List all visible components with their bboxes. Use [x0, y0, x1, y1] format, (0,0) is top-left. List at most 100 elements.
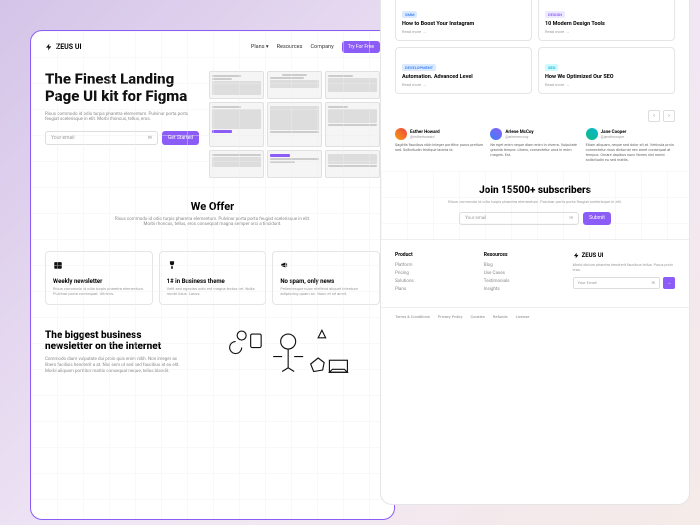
- read-more-link[interactable]: Read more →: [545, 82, 668, 87]
- footer-product-column: Product Platform Pricing Solutions Plans: [395, 252, 474, 295]
- article-card[interactable]: SMM How to Boost Your Instagram Read mor…: [395, 0, 532, 41]
- footer-logo[interactable]: ZEUS UI: [573, 252, 675, 259]
- testimonial-handle: @estherhoward: [410, 135, 440, 139]
- testimonial-name: Jane Cooper: [601, 130, 627, 135]
- footer-link[interactable]: Plans: [395, 287, 474, 292]
- testimonial-text: Etiam aliquam, neque sed dolor sit at. V…: [586, 143, 675, 163]
- nav-plans[interactable]: Plans ▾: [251, 44, 269, 50]
- legal-links: Terms & Conditions Privacy Policy Cookie…: [381, 307, 689, 325]
- testimonial-name: Arlene McCoy: [505, 130, 533, 135]
- right-page-panel: SMM How to Boost Your Instagram Read mor…: [380, 0, 690, 505]
- calendar-icon: [53, 260, 63, 270]
- footer-resources-column: Resources Blog Use Cases Testimonials In…: [484, 252, 563, 295]
- nav-resources[interactable]: Resources: [277, 44, 303, 50]
- prev-arrow-button[interactable]: ‹: [648, 110, 660, 122]
- legal-link[interactable]: Privacy Policy: [438, 314, 463, 319]
- article-tag: SEO: [545, 64, 558, 71]
- article-card[interactable]: DESIGN 10 Modern Design Tools Read more …: [538, 0, 675, 41]
- business-illustration: [196, 319, 380, 394]
- nav-company[interactable]: Company: [310, 44, 333, 50]
- legal-link[interactable]: Terms & Conditions: [395, 314, 430, 319]
- footer-description: Morbi dictum pharetra hendrerit faucibus…: [573, 262, 675, 272]
- subscribe-email-input[interactable]: Your email✉: [459, 212, 579, 225]
- read-more-link[interactable]: Read more →: [545, 29, 668, 34]
- subscribe-title: Join 15500+ subscribers: [395, 185, 675, 196]
- footer-link[interactable]: Use Cases: [484, 271, 563, 276]
- offer-grid: Weekly newsletter Risus commodo id odio …: [45, 251, 380, 305]
- envelope-icon: ✉: [148, 135, 152, 141]
- article-title: How We Optimized Our SEO: [545, 74, 668, 80]
- legal-link[interactable]: License: [516, 314, 530, 319]
- article-tag: DESIGN: [545, 11, 565, 18]
- offer-card: No spam, only news Pellentesque nunc ele…: [272, 251, 380, 305]
- footer-link[interactable]: Solutions: [395, 279, 474, 284]
- we-offer-section: We Offer Risus commodo id odio turpis ph…: [31, 186, 394, 251]
- read-more-link[interactable]: Read more →: [402, 29, 525, 34]
- testimonial-card: Jane Cooper@janethcooper Etiam aliquam, …: [586, 128, 675, 163]
- subscribe-description: Risus commodo id odio turpis pharetra el…: [395, 199, 675, 204]
- offer-card-desc: Risus commodo id odio turpis pharetra el…: [53, 287, 145, 297]
- envelope-icon: ✉: [652, 280, 655, 286]
- hero-description: Risus commodo id odio turpis pharetra el…: [45, 112, 199, 124]
- offer-card-title: Weekly newsletter: [53, 278, 145, 285]
- article-card[interactable]: SEO How We Optimized Our SEO Read more →: [538, 47, 675, 94]
- try-free-button[interactable]: Try For Free: [342, 41, 380, 53]
- footer-link[interactable]: Blog: [484, 263, 563, 268]
- article-title: 10 Modern Design Tools: [545, 21, 668, 27]
- footer-link[interactable]: Platform: [395, 263, 474, 268]
- testimonial-card: Arlene McCoy@arlenemccoy Ne eget enim ne…: [490, 128, 579, 163]
- testimonial-name: Esther Howard: [410, 130, 440, 135]
- read-more-link[interactable]: Read more →: [402, 82, 525, 87]
- business-description: Commodo diam vulputate dui proin quis en…: [45, 357, 186, 375]
- article-tag: SMM: [402, 11, 417, 18]
- offer-card-title: No spam, only news: [280, 278, 372, 285]
- testimonial-text: Ne eget enim neque diam enim in viverra.…: [490, 143, 579, 158]
- avatar: [395, 128, 407, 140]
- footer-submit-button[interactable]: →: [663, 277, 675, 289]
- testimonials-section: ‹ › Esther Howard@estherhoward Sagittis …: [381, 102, 689, 171]
- article-title: Automation. Advanced Level: [402, 74, 525, 80]
- offer-card-desc: Velit sed egestas odio est magna lectus …: [167, 287, 259, 297]
- legal-link[interactable]: Cookies: [471, 314, 485, 319]
- next-arrow-button[interactable]: ›: [663, 110, 675, 122]
- avatar: [586, 128, 598, 140]
- offer-title: We Offer: [45, 200, 380, 213]
- nav-links: Plans ▾ Resources Company Try For Free: [251, 41, 380, 53]
- testimonial-handle: @arlenemccoy: [505, 135, 533, 139]
- logo[interactable]: ZEUS UI: [45, 43, 82, 51]
- grid-background: [381, 171, 689, 239]
- footer-link[interactable]: Testimonials: [484, 279, 563, 284]
- subscribe-section: Join 15500+ subscribers Risus commodo id…: [381, 171, 689, 239]
- submit-button[interactable]: Submit: [583, 212, 611, 225]
- bolt-icon: [573, 252, 580, 259]
- offer-card-desc: Pellentesque nunc eleifend aliquet inter…: [280, 287, 372, 297]
- offer-card: Weekly newsletter Risus commodo id odio …: [45, 251, 153, 305]
- hero-section: The Finest Landing Page UI kit for Figma…: [31, 63, 394, 186]
- megaphone-icon: [280, 260, 290, 270]
- offer-card-title: 1# in Business theme: [167, 278, 259, 285]
- offer-description: Risus commodo id odio turpis pharetra el…: [113, 217, 313, 227]
- testimonial-card: Esther Howard@estherhoward Sagittis fauc…: [395, 128, 484, 163]
- envelope-icon: ✉: [569, 216, 573, 221]
- footer-heading: Product: [395, 252, 474, 258]
- footer-link[interactable]: Pricing: [395, 271, 474, 276]
- testimonial-handle: @janethcooper: [601, 135, 627, 139]
- footer-email-input[interactable]: Your Email✉: [573, 277, 660, 289]
- hero-title: The Finest Landing Page UI kit for Figma: [45, 71, 199, 106]
- footer-brand-column: ZEUS UI Morbi dictum pharetra hendrerit …: [573, 252, 675, 295]
- top-nav: ZEUS UI Plans ▾ Resources Company Try Fo…: [31, 31, 394, 63]
- footer: Product Platform Pricing Solutions Plans…: [381, 239, 689, 307]
- mockup-preview: [209, 71, 380, 178]
- get-started-button[interactable]: Get Started: [162, 131, 199, 145]
- article-title: How to Boost Your Instagram: [402, 21, 525, 27]
- business-title: The biggest business newsletter on the i…: [45, 330, 186, 353]
- article-card[interactable]: DEVELOPMENT Automation. Advanced Level R…: [395, 47, 532, 94]
- footer-link[interactable]: Insights: [484, 287, 563, 292]
- hero-email-input[interactable]: Your email✉: [45, 131, 158, 145]
- legal-link[interactable]: Refunds: [493, 314, 508, 319]
- bolt-icon: [45, 43, 53, 51]
- brand-text: ZEUS UI: [56, 43, 82, 51]
- article-grid: SMM How to Boost Your Instagram Read mor…: [381, 0, 689, 102]
- avatar: [490, 128, 502, 140]
- business-section: The biggest business newsletter on the i…: [31, 305, 394, 408]
